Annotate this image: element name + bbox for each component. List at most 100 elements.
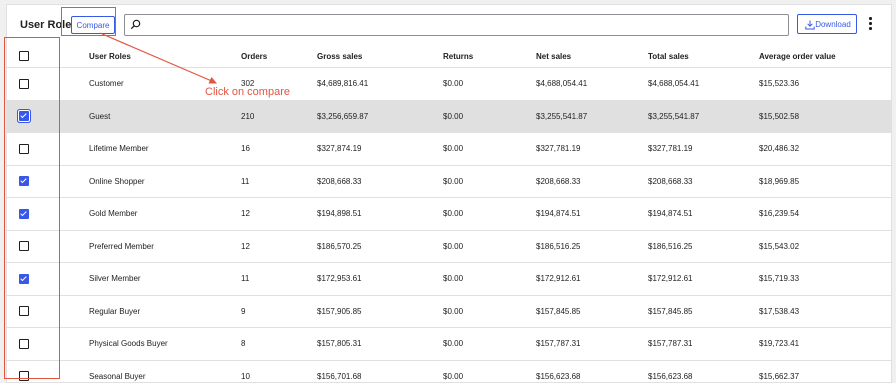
row-select-cell [7,197,89,231]
table-cell: 11 [241,262,317,296]
table-cell: $157,787.31 [648,327,759,361]
search-icon [130,19,141,30]
table-row[interactable]: Silver Member 11 $172,953.61 $0.00 $172,912.… [7,262,891,296]
table-cell: $194,874.51 [536,197,648,231]
table-cell: Gold Member [89,197,241,231]
table-cell: $0.00 [443,262,536,296]
table-cell: $0.00 [443,197,536,231]
table-cell: $0.00 [443,327,536,361]
table-cell: $20,486.32 [759,132,891,166]
table-cell: $4,689,816.41 [317,67,443,101]
row-checkbox[interactable] [19,371,29,382]
table-cell: $3,255,541.87 [648,100,759,133]
table-cell: $19,723.41 [759,327,891,361]
table-row[interactable]: Physical Goods Buyer 8 $157,805.31 $0.00 $15… [7,327,891,361]
table-cell: $0.00 [443,132,536,166]
column-header[interactable]: Net sales [536,45,648,68]
table-row[interactable]: Seasonal Buyer 10 $156,701.68 $0.00 $156,623… [7,360,891,382]
column-header[interactable]: Returns [443,45,536,68]
select-all-cell [7,45,89,68]
table-row[interactable]: Customer 302 $4,689,816.41 $0.00 $4,688,054.… [7,67,891,101]
row-select-cell [7,327,89,361]
row-select-cell [7,295,89,328]
row-checkbox[interactable] [19,208,29,219]
table-cell: 210 [241,100,317,133]
table-row[interactable]: Regular Buyer 9 $157,905.85 $0.00 $157,845.8… [7,295,891,328]
table-cell: $0.00 [443,230,536,263]
table-cell: $157,905.85 [317,295,443,328]
row-checkbox[interactable] [19,143,29,154]
row-checkbox[interactable] [19,338,29,349]
table-cell: $0.00 [443,360,536,382]
table-cell: $0.00 [443,165,536,198]
table-cell: $327,781.19 [536,132,648,166]
table-cell: 11 [241,165,317,198]
table-cell: $16,239.54 [759,197,891,231]
table-cell: $208,668.33 [648,165,759,198]
table-cell: $194,898.51 [317,197,443,231]
row-checkbox[interactable] [19,78,29,89]
table-cell: $208,668.33 [536,165,648,198]
report-table: User Roles Orders Gross sales Returns Ne… [7,45,891,382]
table-cell: $172,912.61 [648,262,759,296]
table-cell: $0.00 [443,67,536,101]
row-checkbox[interactable] [19,111,29,122]
compare-button[interactable]: Compare [71,16,115,34]
table-cell: $327,874.19 [317,132,443,166]
table-cell: Seasonal Buyer [89,360,241,382]
download-icon [805,20,815,30]
table-cell: $3,256,659.87 [317,100,443,133]
column-header[interactable]: Average order value [759,45,891,68]
table-row[interactable]: Preferred Member 12 $186,570.25 $0.00 $186,5… [7,230,891,263]
table-cell: $157,787.31 [536,327,648,361]
table-row[interactable]: Lifetime Member 16 $327,874.19 $0.00 $327,78… [7,132,891,166]
table-cell: $15,719.33 [759,262,891,296]
table-cell: 16 [241,132,317,166]
table-cell: $327,781.19 [648,132,759,166]
table-cell: Lifetime Member [89,132,241,166]
table-cell: $172,953.61 [317,262,443,296]
column-header[interactable]: Total sales [648,45,759,68]
table-cell: Preferred Member [89,230,241,263]
search-input[interactable] [124,14,789,36]
table-cell: 12 [241,197,317,231]
row-checkbox[interactable] [19,176,29,187]
column-header[interactable]: Gross sales [317,45,443,68]
table-cell: 10 [241,360,317,382]
table-cell: $157,845.85 [536,295,648,328]
row-select-cell [7,230,89,263]
row-select-cell [7,360,89,382]
table-cell: Online Shopper [89,165,241,198]
table-cell: $0.00 [443,295,536,328]
table-cell: $194,874.51 [648,197,759,231]
column-header[interactable]: User Roles [89,45,241,68]
column-header[interactable]: Orders [241,45,317,68]
row-select-cell [7,262,89,296]
table-cell: Regular Buyer [89,295,241,328]
table-cell: Guest [89,100,241,133]
download-button[interactable]: Download [797,14,857,34]
table-cell: Silver Member [89,262,241,296]
table-cell: $15,662.37 [759,360,891,382]
table-cell: $157,845.85 [648,295,759,328]
download-label: Download [815,19,851,29]
table-cell: $186,516.25 [536,230,648,263]
table-cell: $0.00 [443,100,536,133]
row-checkbox[interactable] [19,306,29,317]
row-select-cell [7,132,89,166]
table-cell: $208,668.33 [317,165,443,198]
table-cell: Physical Goods Buyer [89,327,241,361]
table-cell: $15,543.02 [759,230,891,263]
table-cell: $3,255,541.87 [536,100,648,133]
more-options-icon[interactable] [865,16,875,32]
table-cell: 8 [241,327,317,361]
table-cell: $186,570.25 [317,230,443,263]
table-row[interactable]: Guest 210 $3,256,659.87 $0.00 $3,255,541.87 $… [7,100,891,133]
select-all-checkbox[interactable] [19,51,29,61]
row-checkbox[interactable] [19,241,29,252]
table-cell: $156,623.68 [536,360,648,382]
row-checkbox[interactable] [19,273,29,284]
table-row[interactable]: Online Shopper 11 $208,668.33 $0.00 $208,668… [7,165,891,198]
table-cell: $4,688,054.41 [648,67,759,101]
table-row[interactable]: Gold Member 12 $194,898.51 $0.00 $194,874.51… [7,197,891,231]
